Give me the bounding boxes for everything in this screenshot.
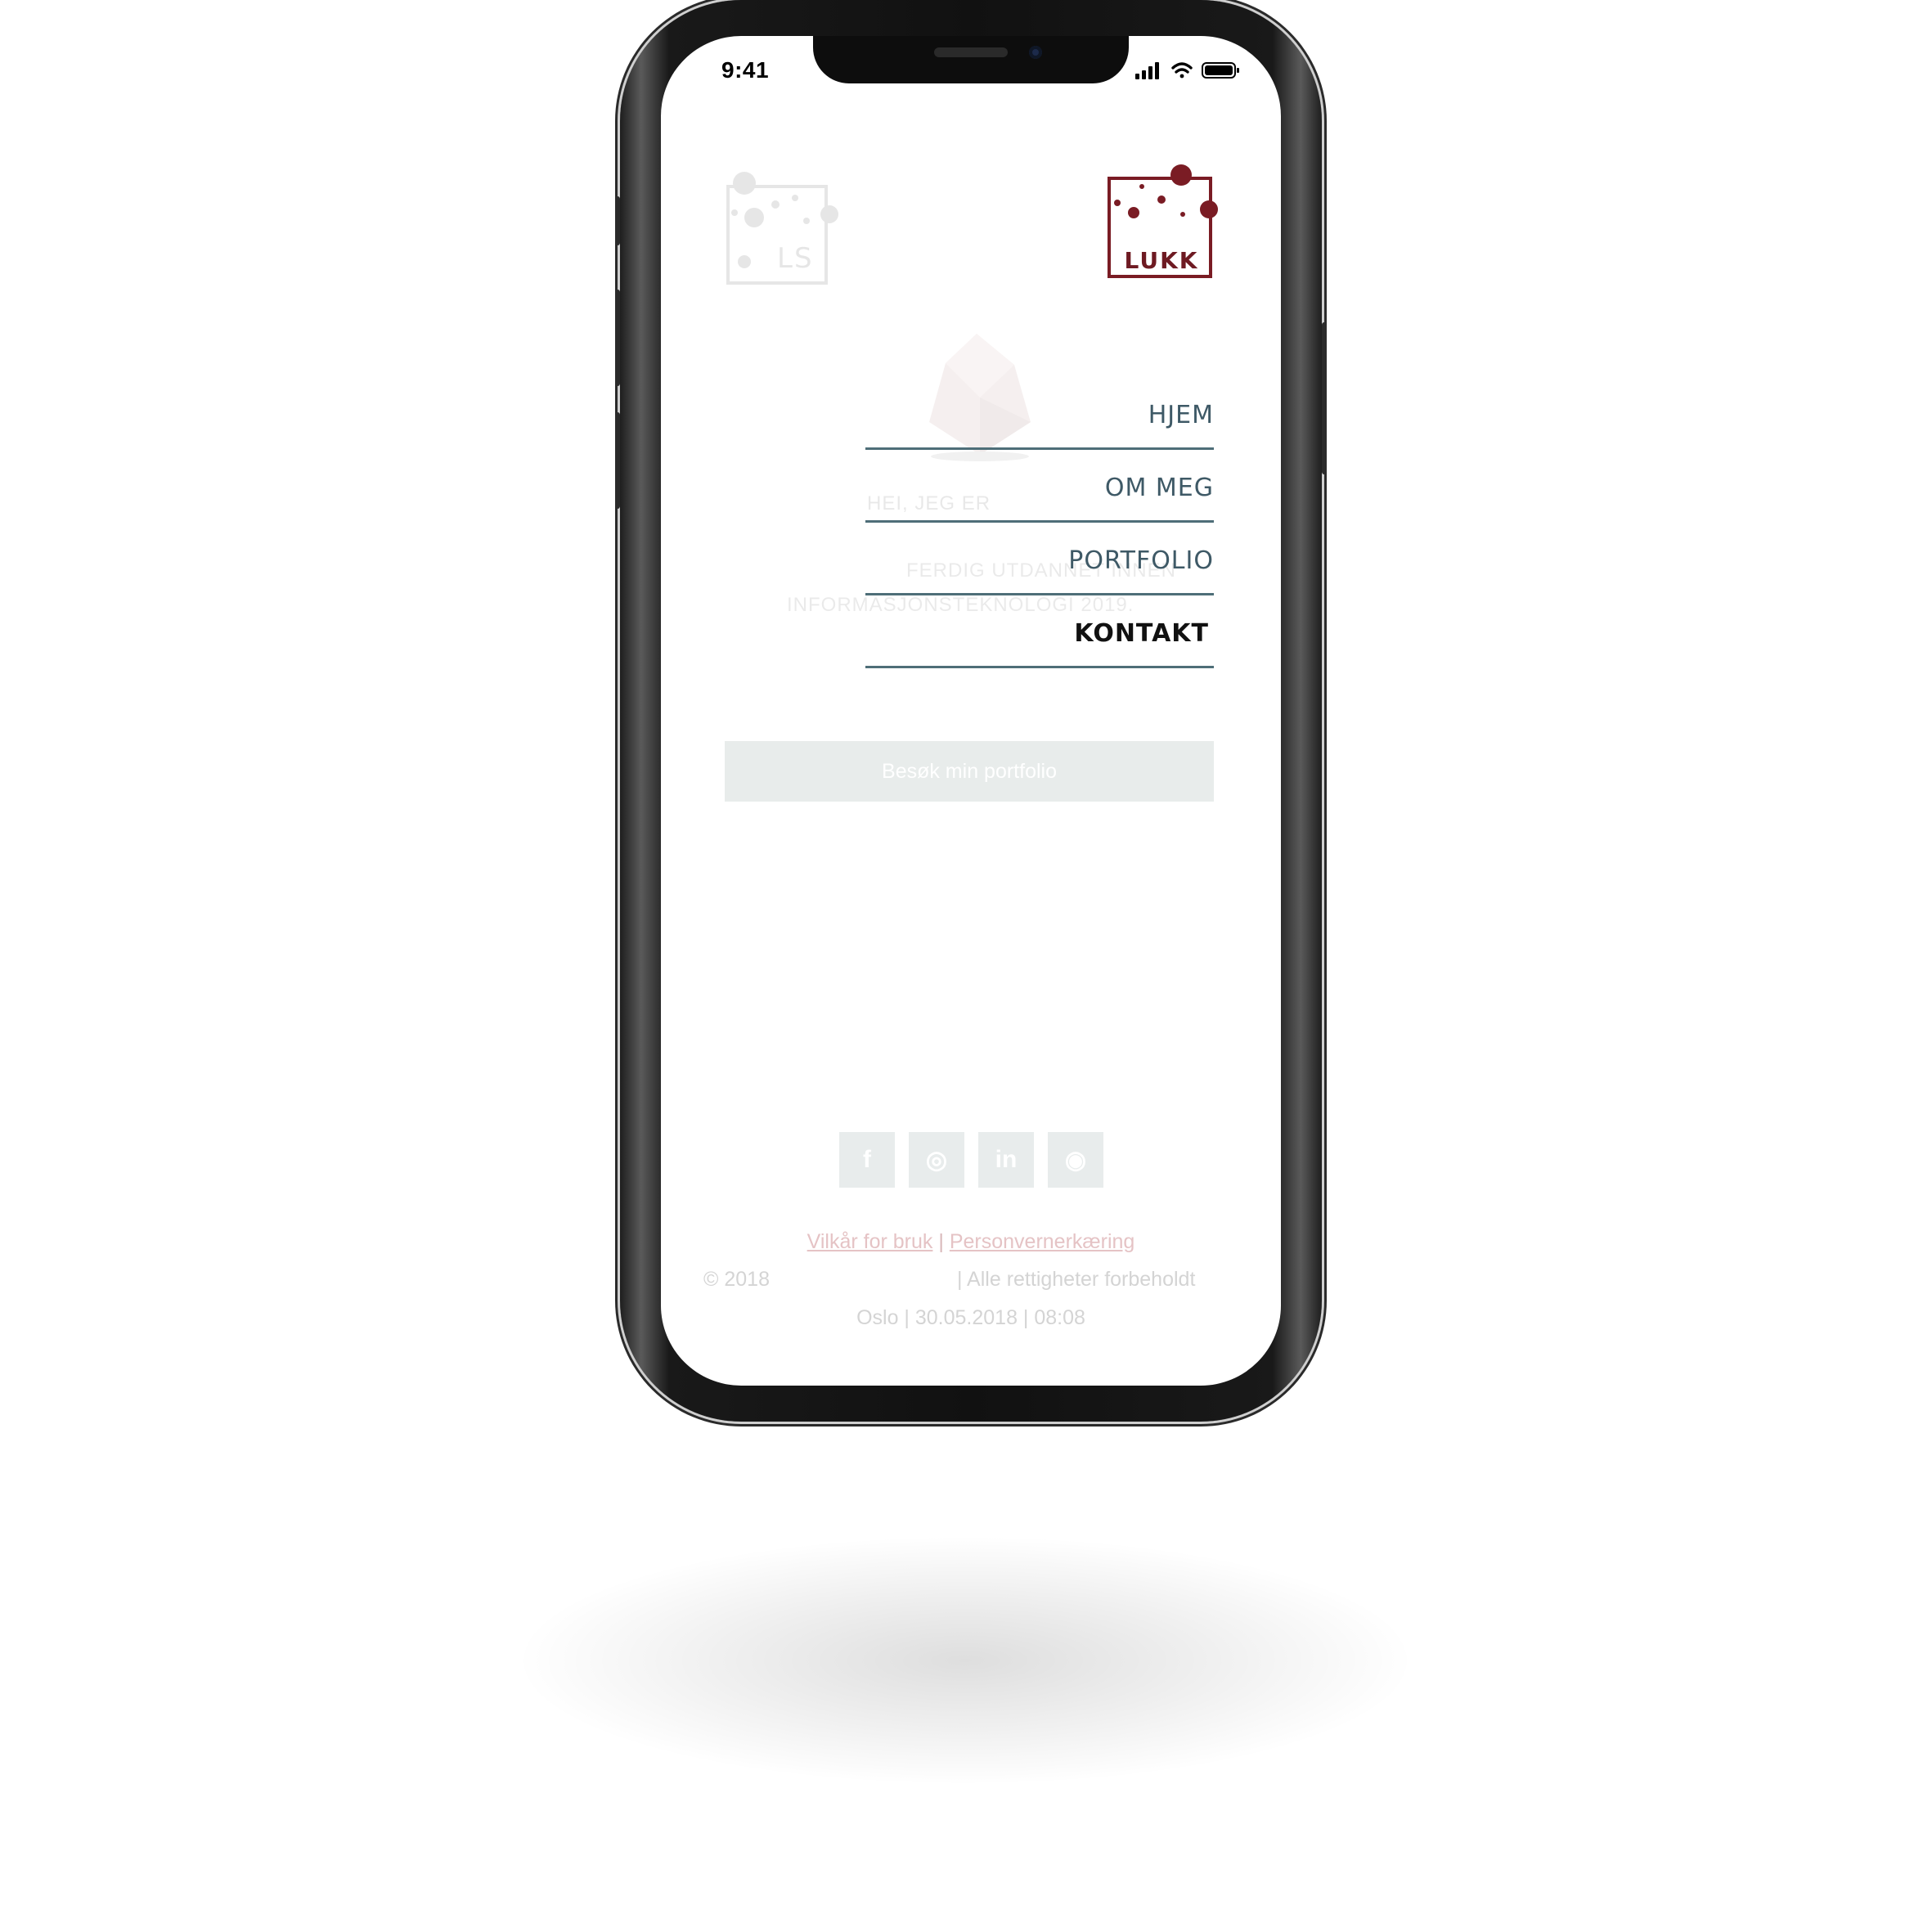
menu-item-om-meg[interactable]: OM MEG (865, 452, 1214, 523)
linkedin-icon[interactable]: in (978, 1132, 1034, 1188)
facebook-icon[interactable]: f (839, 1132, 895, 1188)
front-camera (1029, 46, 1042, 59)
volume-down-button (615, 412, 620, 509)
menu-item-portfolio[interactable]: PORTFOLIO (865, 525, 1214, 595)
site-logo: LS (725, 172, 839, 290)
phone-floor-shadow (523, 1538, 1407, 1783)
notch (813, 36, 1129, 83)
site-logo-text: LS (777, 242, 814, 275)
battery-icon (1202, 62, 1239, 79)
status-icons (1135, 61, 1250, 80)
speaker-grille (934, 47, 1008, 57)
status-time: 9:41 (721, 57, 770, 83)
privacy-link[interactable]: Personvernerkæring (950, 1230, 1135, 1253)
close-menu-label[interactable]: LUKK (1109, 247, 1214, 274)
menu-item-hjem[interactable]: HJEM (865, 380, 1214, 450)
terms-link[interactable]: Vilkår for bruk (807, 1230, 933, 1253)
status-icons-svg (1135, 62, 1239, 79)
footer-separator: | (938, 1230, 944, 1253)
phone-screen: 9:41 LS HEI, JEG ER FERDIG UTDANNET INNE… (661, 36, 1281, 1386)
footer-links: Vilkår for bruk | Personvernerkæring (661, 1230, 1281, 1254)
menu-item-kontakt[interactable]: KONTAKT (865, 598, 1214, 668)
github-icon[interactable]: ◉ (1048, 1132, 1103, 1188)
mute-switch (615, 196, 620, 245)
visit-portfolio-button[interactable]: Besøk min portfolio (725, 741, 1214, 802)
nav-menu: HJEM OM MEG PORTFOLIO KONTAKT (865, 380, 1214, 671)
rights-text: | Alle rettigheter forbeholdt (957, 1268, 1196, 1291)
copyright-text: © 2018 (703, 1268, 770, 1291)
footer-dateline: Oslo | 30.05.2018 | 08:08 (856, 1306, 1085, 1329)
wifi-icon (1171, 62, 1193, 79)
signal-icon (1135, 62, 1159, 79)
social-links: f ◎ in ◉ (839, 1132, 1103, 1188)
instagram-icon[interactable]: ◎ (909, 1132, 964, 1188)
volume-up-button (615, 290, 620, 386)
phone-frame: 9:41 LS HEI, JEG ER FERDIG UTDANNET INNE… (615, 0, 1327, 1422)
power-button (1322, 322, 1327, 474)
